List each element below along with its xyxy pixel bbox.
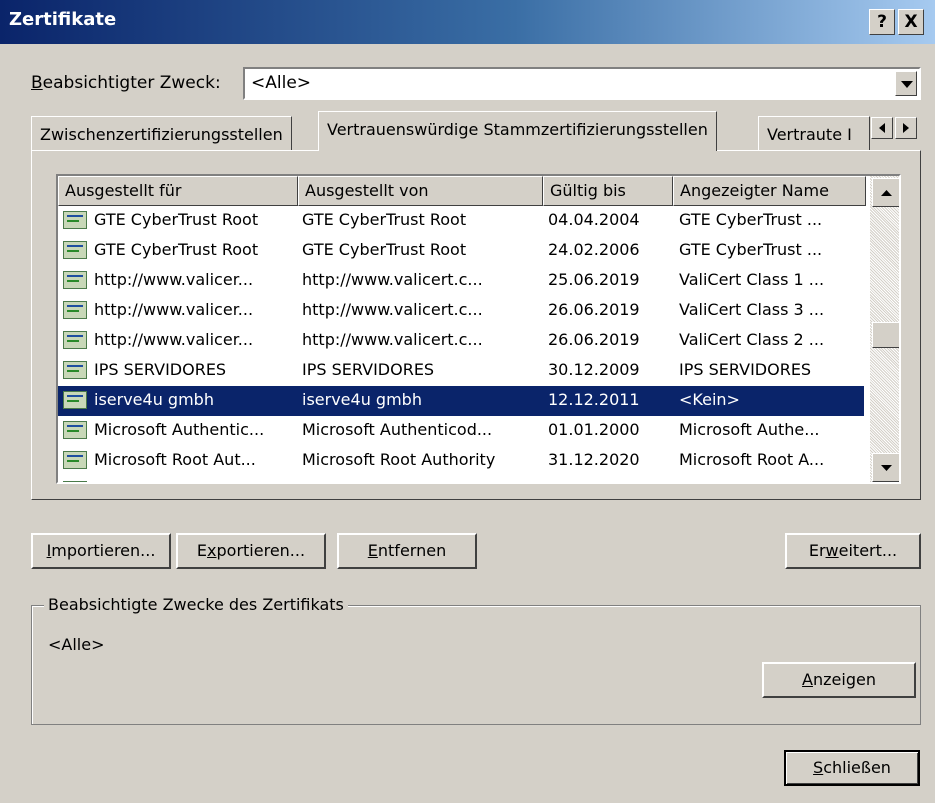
cell-issued-by: http://www.valicert.c... <box>302 330 483 349</box>
cell-friendly: Microsoft Authe... <box>679 420 820 439</box>
window-title: Zertifikate <box>9 9 117 30</box>
purposes-value: <Alle> <box>48 635 105 654</box>
advanced-button[interactable]: Erweitert... <box>785 533 921 569</box>
close-window-button[interactable]: X <box>898 9 924 35</box>
table-row[interactable]: IPS SERVIDORES IPS SERVIDORES 30.12.2009 IP… <box>58 356 864 386</box>
scroll-down-button[interactable] <box>872 453 899 482</box>
cell-issued-to: iserve4u gmbh <box>94 390 214 409</box>
cell-issued-to: Microsoft Authentic... <box>94 420 265 439</box>
tab-trusted-root-ca[interactable]: Vertrauenswürdige Stammzertifizierungsst… <box>318 111 717 151</box>
purposes-group-title: Beabsichtigte Zwecke des Zertifikats <box>44 595 348 614</box>
cell-issued-by: http://www.valicert.c... <box>302 300 483 319</box>
remove-button[interactable]: Entfernen <box>337 533 477 569</box>
cell-expires: 10.05.2021 <box>548 480 668 482</box>
column-header-issued-to[interactable]: Ausgestellt für <box>58 176 298 206</box>
table-row[interactable]: GTE CyberTrust Root GTE CyberTrust Root 04… <box>58 206 864 236</box>
chevron-down-icon <box>901 81 913 88</box>
column-header-expires[interactable]: Gültig bis <box>543 176 673 206</box>
certificate-icon <box>63 301 87 319</box>
table-row[interactable]: Microsoft Root Aut... Microsoft Root Auth… <box>58 446 864 476</box>
chevron-right-icon <box>903 123 909 133</box>
import-button[interactable]: Importieren... <box>31 533 171 569</box>
title-bar: Zertifikate ? X <box>0 0 935 44</box>
cell-expires: 24.02.2006 <box>548 240 640 259</box>
cell-issued-to: http://www.valicer... <box>94 330 254 349</box>
cell-issued-to: Microsoft Root Cert... <box>94 480 294 482</box>
cell-expires: 01.01.2000 <box>548 420 640 439</box>
cell-expires: 31.12.2020 <box>548 450 640 469</box>
close-button[interactable]: Schließen <box>784 750 920 786</box>
tab-intermediate-ca[interactable]: Zwischenzertifizierungsstellen <box>31 116 292 150</box>
certificate-icon <box>63 271 87 289</box>
close-icon: X <box>904 12 918 32</box>
help-icon: ? <box>877 12 887 32</box>
purpose-label: Beabsichtigter Zweck: <box>31 73 221 93</box>
cell-issued-by: Microsoft Root Authority <box>302 450 496 469</box>
tab-scroll-left-button[interactable] <box>871 117 893 139</box>
tab-scroll-right-button[interactable] <box>895 117 917 139</box>
cell-issued-by: iserve4u gmbh <box>302 390 422 409</box>
table-row[interactable]: Microsoft Root Cert... Microsoft Root Cer… <box>58 476 864 482</box>
cell-friendly: IPS SERVIDORES <box>679 360 812 379</box>
certificate-icon <box>63 481 87 482</box>
column-header-issued-by[interactable]: Ausgestellt von <box>298 176 543 206</box>
table-row[interactable]: GTE CyberTrust Root GTE CyberTrust Root 24… <box>58 236 864 266</box>
purpose-dropdown-button[interactable] <box>895 71 917 96</box>
list-vertical-scrollbar[interactable] <box>870 176 899 482</box>
cell-friendly: Microsoft Root A... <box>679 450 825 469</box>
certificate-icon <box>63 241 87 259</box>
cell-issued-to: IPS SERVIDORES <box>94 360 227 379</box>
cell-issued-by: GTE CyberTrust Root <box>302 240 467 259</box>
tab-trusted-publishers[interactable]: Vertraute I <box>758 116 870 150</box>
cell-issued-to: Microsoft Root Aut... <box>94 450 256 469</box>
cell-issued-to: http://www.valicer... <box>94 270 254 289</box>
cell-expires: 04.04.2004 <box>548 210 640 229</box>
certificate-icon <box>63 361 87 379</box>
cell-issued-to: GTE CyberTrust Root <box>94 210 259 229</box>
cell-expires: 12.12.2011 <box>548 390 640 409</box>
table-row[interactable]: http://www.valicer... http://www.valicert… <box>58 326 864 356</box>
cell-expires: 26.06.2019 <box>548 300 640 319</box>
arrow-up-icon <box>881 190 892 196</box>
cell-issued-by: http://www.valicert.c... <box>302 270 483 289</box>
export-button[interactable]: Exportieren... <box>176 533 326 569</box>
table-row-selected[interactable]: iserve4u gmbh iserve4u gmbh 12.12.2011 <Kei… <box>58 386 864 416</box>
cell-friendly: GTE CyberTrust ... <box>679 210 823 229</box>
cell-issued-by: Microsoft Root Certific... <box>302 480 540 482</box>
cell-issued-to: GTE CyberTrust Root <box>94 240 259 259</box>
view-button[interactable]: Anzeigen <box>762 662 916 698</box>
cell-issued-to: http://www.valicer... <box>94 300 254 319</box>
certificate-icon <box>63 331 87 349</box>
table-row[interactable]: http://www.valicer... http://www.valicert… <box>58 296 864 326</box>
arrow-down-icon <box>881 465 892 471</box>
cell-friendly: ValiCert Class 3 ... <box>679 300 825 319</box>
certificate-icon <box>63 211 87 229</box>
cell-friendly: GTE CyberTrust ... <box>679 240 823 259</box>
certificate-icon <box>63 451 87 469</box>
table-row[interactable]: Microsoft Authentic... Microsoft Authenti… <box>58 416 864 446</box>
certificate-icon <box>63 391 87 409</box>
cell-friendly: Microsoft Root C... <box>679 480 864 482</box>
certificate-icon <box>63 421 87 439</box>
purpose-value: <Alle> <box>251 73 312 93</box>
chevron-left-icon <box>879 123 885 133</box>
cell-issued-by: GTE CyberTrust Root <box>302 210 467 229</box>
cell-expires: 25.06.2019 <box>548 270 640 289</box>
cell-friendly: ValiCert Class 1 ... <box>679 270 825 289</box>
cell-issued-by: IPS SERVIDORES <box>302 360 435 379</box>
cell-friendly: ValiCert Class 2 ... <box>679 330 825 349</box>
table-row[interactable]: http://www.valicer... http://www.valicert… <box>58 266 864 296</box>
column-header-friendly-name[interactable]: Angezeigter Name <box>673 176 866 206</box>
cell-issued-by: Microsoft Authenticod... <box>302 420 493 439</box>
certificate-list[interactable]: Ausgestellt für Ausgestellt von Gültig b… <box>56 174 901 484</box>
scroll-thumb[interactable] <box>872 322 899 348</box>
scroll-up-button[interactable] <box>872 178 899 207</box>
purpose-dropdown[interactable]: <Alle> <box>243 67 921 100</box>
cell-expires: 30.12.2009 <box>548 360 640 379</box>
cell-expires: 26.06.2019 <box>548 330 640 349</box>
help-button[interactable]: ? <box>869 9 895 35</box>
cell-friendly: <Kein> <box>679 390 740 409</box>
